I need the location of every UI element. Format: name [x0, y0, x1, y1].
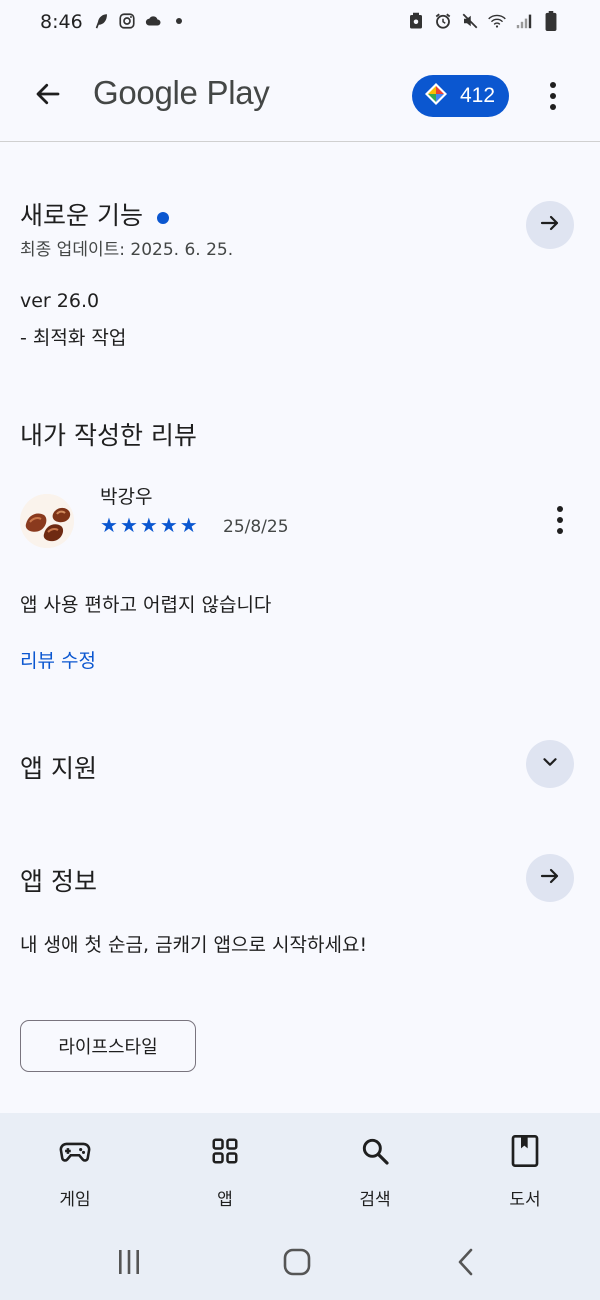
google-play-title: Google Play: [93, 74, 270, 111]
app-info-title: 앱 정보: [20, 867, 97, 896]
battery-icon: [542, 11, 560, 31]
system-navigation-bar: [0, 1225, 600, 1300]
more-options-button[interactable]: [537, 76, 569, 116]
play-points-count: 412: [460, 84, 496, 107]
whats-new-title: 새로운 기능: [20, 201, 143, 230]
nav-item-games[interactable]: 게임: [15, 1113, 135, 1225]
app-bar: Google Play 412: [0, 48, 600, 142]
nav-item-search[interactable]: 검색: [315, 1113, 435, 1225]
review-more-button[interactable]: [544, 500, 576, 540]
signal-icon: [515, 12, 533, 30]
star-icon: ★: [119, 513, 138, 537]
review-author: 박강우: [100, 486, 153, 508]
version-text: ver 26.0: [20, 290, 100, 312]
wifi-icon: [488, 12, 506, 30]
nav-label-apps: 앱: [217, 1190, 233, 1210]
play-points-icon: [424, 82, 448, 110]
app-info-arrow-button[interactable]: [526, 854, 574, 902]
whats-new-arrow-button[interactable]: [526, 201, 574, 249]
status-left-icons: [92, 12, 188, 30]
new-indicator-dot: [156, 211, 169, 224]
book-icon: [507, 1133, 543, 1169]
status-bar: 8:46: [0, 0, 600, 48]
instagram-icon: [118, 12, 136, 30]
play-points-badge[interactable]: 412: [412, 75, 509, 117]
search-icon: [357, 1133, 393, 1169]
star-icon: ★: [159, 513, 178, 537]
last-updated: 최종 업데이트: 2025. 6. 25.: [20, 240, 234, 260]
my-review-title: 내가 작성한 리뷰: [20, 421, 197, 450]
app-support-title: 앱 지원: [20, 754, 97, 783]
nav-label-search: 검색: [359, 1190, 391, 1210]
bottom-navigation: 게임 앱 검색 도서: [0, 1113, 600, 1225]
nav-label-books: 도서: [509, 1190, 541, 1210]
star-icon: ★: [179, 513, 198, 537]
nav-item-books[interactable]: 도서: [465, 1113, 585, 1225]
update-note: - 최적화 작업: [20, 327, 127, 349]
whats-new-header: 새로운 기능: [20, 196, 169, 232]
category-chip[interactable]: 라이프스타일: [20, 1020, 196, 1072]
review-date: 25/8/25: [223, 517, 289, 537]
nav-item-apps[interactable]: 앱: [165, 1113, 285, 1225]
gamepad-icon: [57, 1133, 93, 1169]
app-support-expand-button[interactable]: [526, 740, 574, 788]
star-icon: ★: [100, 513, 118, 537]
feather-icon: [92, 12, 110, 30]
more-vert-icon: [550, 82, 556, 110]
rating-stars: ★ ★ ★ ★ ★: [100, 514, 198, 536]
dot-icon: [170, 12, 188, 30]
alarm-icon: [434, 12, 452, 30]
recent-apps-icon[interactable]: [115, 1247, 143, 1281]
nav-label-games: 게임: [59, 1190, 91, 1210]
arrow-right-icon: [538, 864, 562, 892]
app-description: 내 생애 첫 순금, 금캐기 앱으로 시작하세요!: [20, 934, 368, 956]
recycle-icon: [407, 12, 425, 30]
apps-grid-icon: [207, 1133, 243, 1169]
status-time: 8:46: [40, 11, 83, 33]
back-button[interactable]: [28, 76, 68, 116]
star-icon: ★: [139, 513, 158, 537]
cloud-icon: [144, 12, 162, 30]
home-icon[interactable]: [282, 1247, 312, 1281]
avatar: [20, 494, 74, 548]
arrow-left-icon: [33, 79, 63, 113]
status-right-icons: [407, 11, 560, 31]
back-nav-icon[interactable]: [452, 1247, 480, 1281]
mute-icon: [461, 12, 479, 30]
arrow-right-icon: [538, 211, 562, 239]
edit-review-link[interactable]: 리뷰 수정: [20, 646, 96, 673]
chevron-down-icon: [539, 751, 561, 777]
more-vert-icon: [557, 506, 563, 534]
review-text: 앱 사용 편하고 어렵지 않습니다: [20, 594, 272, 616]
